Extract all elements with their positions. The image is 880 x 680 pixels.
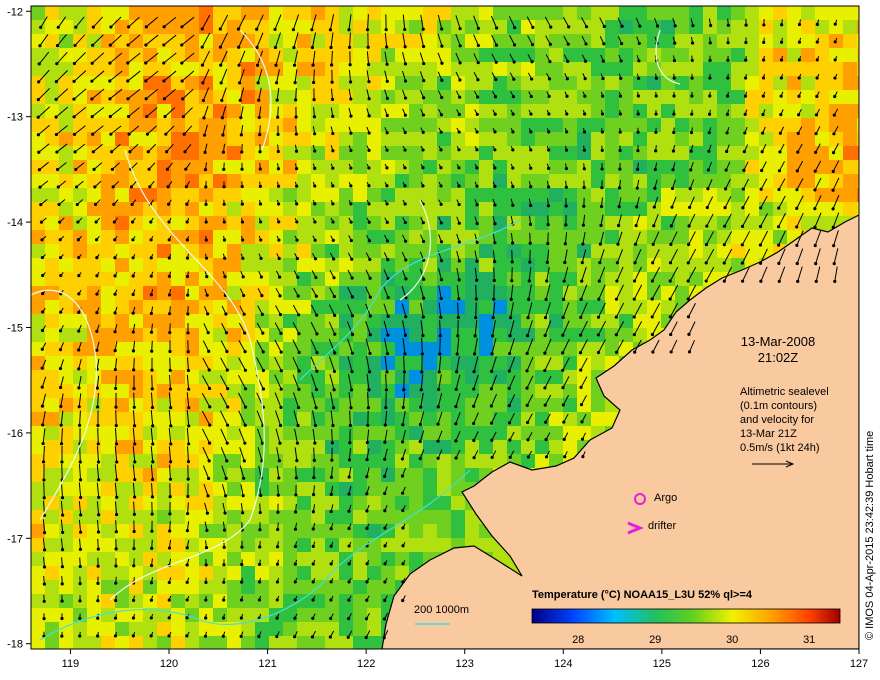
lon-tick-label: 123 bbox=[456, 658, 474, 670]
colorbar bbox=[531, 608, 841, 624]
drifter-legend-label: drifter bbox=[648, 520, 677, 532]
lat-tick-label: -15 bbox=[7, 323, 23, 335]
lon-tick-label: 125 bbox=[653, 658, 671, 670]
colorbar-tick-label: 29 bbox=[649, 634, 661, 646]
lat-tick-label: -12 bbox=[7, 6, 23, 18]
colorbar-tick-label: 31 bbox=[803, 634, 815, 646]
argo-legend-label: Argo bbox=[654, 492, 678, 504]
lat-tick-label: -13 bbox=[7, 112, 23, 124]
latitude-axis: -12 -13 -14 -15 -16 -17 -18 bbox=[7, 6, 31, 651]
lon-tick-label: 122 bbox=[357, 658, 375, 670]
lat-tick-label: -18 bbox=[7, 639, 23, 651]
lat-tick-label: -14 bbox=[7, 217, 23, 229]
longitude-axis: 119 120 121 122 123 124 125 126 127 bbox=[62, 649, 868, 670]
lon-tick-label: 119 bbox=[62, 658, 80, 670]
colorbar-title: Temperature (°C) NOAA15_L3U 52% ql>=4 bbox=[532, 589, 752, 601]
date-label: 13-Mar-2008 21:02Z bbox=[740, 334, 816, 365]
altimetry-note: Altimetric sealevel (0.1m contours) and … bbox=[740, 386, 829, 454]
lat-tick-label: -16 bbox=[7, 428, 23, 440]
lat-tick-label: -17 bbox=[7, 533, 23, 545]
lon-tick-label: 121 bbox=[258, 658, 276, 670]
lon-tick-label: 126 bbox=[751, 658, 769, 670]
lon-tick-label: 124 bbox=[554, 658, 572, 670]
colorbar-tick-label: 28 bbox=[572, 634, 584, 646]
lon-tick-label: 127 bbox=[850, 658, 868, 670]
depth-contour-label: 200 1000m bbox=[414, 604, 470, 616]
colorbar-tick-label: 30 bbox=[726, 634, 738, 646]
lon-tick-label: 120 bbox=[160, 658, 178, 670]
credit-line: © IMOS 04-Apr-2015 23:42:39 Hobart time bbox=[864, 430, 876, 640]
